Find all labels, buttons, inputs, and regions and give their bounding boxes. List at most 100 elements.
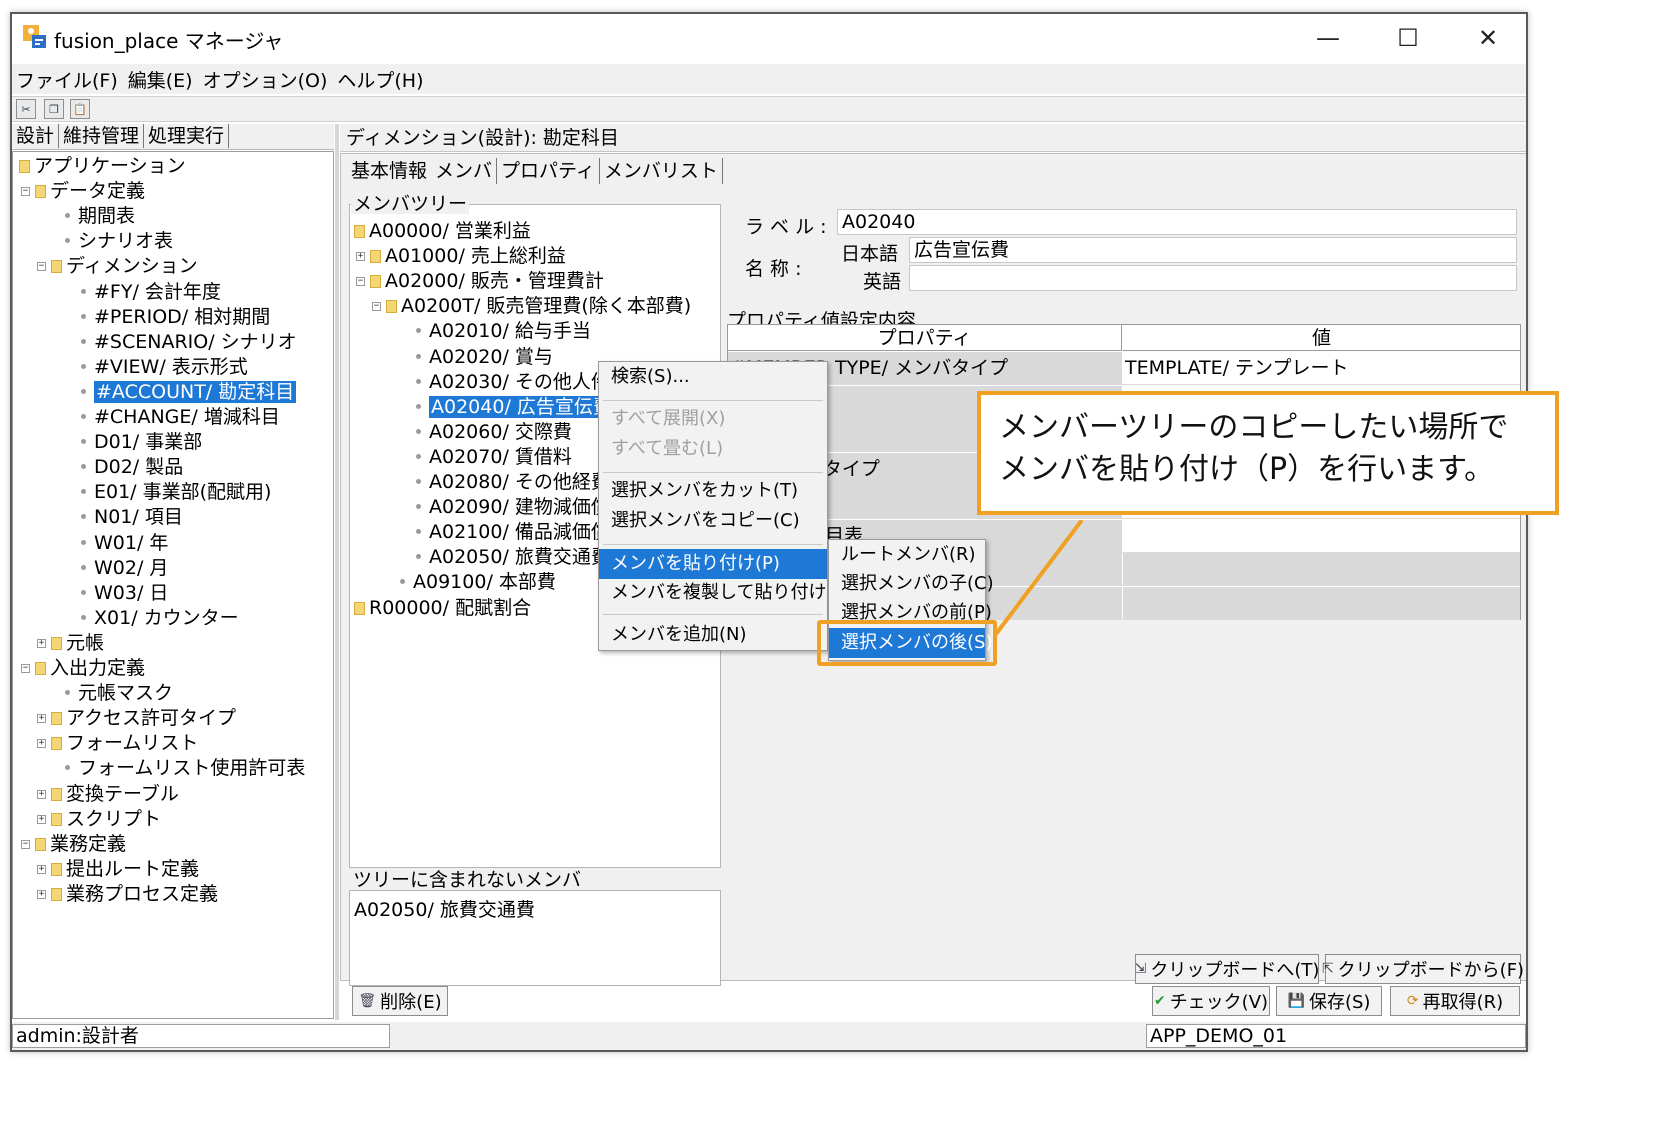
tab-member-list[interactable]: メンバリスト	[600, 158, 723, 184]
property-value-cell[interactable]	[1123, 553, 1520, 586]
tree-item[interactable]: N01/ 項目	[81, 505, 183, 529]
tree-item[interactable]: 提出ルート定義	[51, 857, 199, 881]
member-tree-item[interactable]: A09100/ 本部費	[400, 570, 556, 594]
tree-item[interactable]: #ACCOUNT/ 勘定科目	[81, 380, 297, 404]
member-tree-item[interactable]: R00000/ 配賦割合	[354, 596, 531, 620]
tree-item[interactable]: W03/ 日	[81, 581, 168, 605]
menu-options[interactable]: オプション(O)	[203, 66, 328, 93]
tree-item[interactable]: 入出力定義	[35, 656, 145, 680]
menu-help[interactable]: ヘルプ(H)	[337, 66, 423, 93]
tree-item[interactable]: X01/ カウンター	[81, 606, 239, 630]
member-tree-item[interactable]: A02030/ その他人件費	[416, 370, 629, 394]
member-tree-item[interactable]: A00000/ 営業利益	[354, 219, 531, 243]
tab-design[interactable]: 設計	[12, 124, 60, 148]
collapse-icon[interactable]: −	[21, 187, 30, 197]
tab-basic-info[interactable]: 基本情報	[347, 158, 431, 184]
expand-icon[interactable]: +	[37, 714, 46, 724]
member-tree-item[interactable]: A02070/ 賃借料	[416, 445, 572, 469]
menu-item-cut[interactable]: 選択メンバをカット(T)	[599, 476, 827, 506]
tree-item[interactable]: データ定義	[35, 179, 145, 203]
tree-item[interactable]: アプリケーション	[19, 154, 186, 178]
tree-item[interactable]: スクリプト	[51, 807, 161, 831]
member-tree-item[interactable]: A02050/ 旅費交通費	[416, 545, 610, 569]
paste-icon[interactable]: 📋	[70, 99, 90, 119]
list-item[interactable]: A02050/ 旅費交通費	[354, 895, 535, 922]
member-tree-item[interactable]: A02100/ 備品減価償却	[416, 520, 629, 544]
save-button[interactable]: 💾 保存(S)	[1276, 986, 1382, 1016]
menu-edit[interactable]: 編集(E)	[128, 66, 193, 93]
tree-item[interactable]: 期間表	[65, 204, 135, 228]
tree-item[interactable]: #PERIOD/ 相対期間	[81, 305, 270, 329]
close-button[interactable]: ✕	[1458, 20, 1518, 56]
tree-item[interactable]: 元帳マスク	[65, 681, 173, 705]
reload-button[interactable]: ⟳ 再取得(R)	[1390, 986, 1520, 1016]
expand-icon[interactable]: +	[37, 638, 46, 648]
member-tree-item[interactable]: A02080/ その他経費	[416, 470, 610, 494]
collapse-icon[interactable]: −	[372, 302, 381, 312]
tree-item[interactable]: #FY/ 会計年度	[81, 280, 221, 304]
collapse-icon[interactable]: −	[21, 664, 30, 673]
maximize-button[interactable]: ☐	[1378, 20, 1438, 56]
tree-item[interactable]: 元帳	[51, 631, 104, 655]
member-tree-item[interactable]: A02060/ 交際費	[416, 420, 572, 444]
tab-maintenance[interactable]: 維持管理	[59, 124, 145, 148]
member-tree-item[interactable]: A02090/ 建物減価償却	[416, 495, 629, 519]
column-header-property[interactable]: プロパティ	[728, 325, 1122, 351]
expand-icon[interactable]: +	[37, 789, 46, 799]
tree-item[interactable]: D02/ 製品	[81, 455, 183, 479]
minimize-button[interactable]: —	[1298, 20, 1358, 56]
collapse-icon[interactable]: −	[37, 262, 46, 272]
member-tree-item[interactable]: A01000/ 売上総利益	[370, 244, 566, 268]
tree-item[interactable]: #VIEW/ 表示形式	[81, 355, 248, 379]
property-value-cell[interactable]	[1123, 520, 1520, 553]
column-header-value[interactable]: 値	[1123, 325, 1520, 351]
tree-item[interactable]: 変換テーブル	[51, 782, 179, 806]
property-value-cell[interactable]: TEMPLATE/ テンプレート	[1123, 352, 1520, 385]
tree-item[interactable]: フォームリスト使用許可表	[65, 756, 305, 780]
label-field[interactable]: A02040	[837, 209, 1517, 235]
member-tree-item[interactable]: A0200T/ 販売管理費(除く本部費)	[386, 294, 691, 318]
japanese-name-field[interactable]: 広告宣伝費	[909, 237, 1517, 263]
splitter[interactable]	[335, 124, 339, 1020]
tree-item[interactable]: E01/ 事業部(配賦用)	[81, 480, 271, 504]
menu-item-duplicate-paste[interactable]: メンバを複製して貼り付け(D)	[599, 578, 854, 608]
collapse-icon[interactable]: −	[356, 277, 365, 287]
tree-item[interactable]: アクセス許可タイプ	[51, 706, 236, 730]
tree-item[interactable]: ディメンション	[51, 254, 198, 278]
expand-icon[interactable]: +	[37, 739, 46, 749]
tree-item[interactable]: フォームリスト	[51, 731, 198, 755]
tree-item[interactable]: 業務プロセス定義	[51, 882, 218, 906]
table-row[interactable]: #MEMBER TYPE/ メンバタイプ TEMPLATE/ テンプレート	[728, 352, 1520, 385]
submenu-item-root[interactable]: ルートメンバ(R)	[829, 540, 985, 570]
english-name-field[interactable]	[909, 265, 1517, 291]
tree-item[interactable]: 業務定義	[35, 832, 126, 856]
menu-item-search[interactable]: 検索(S)...	[599, 362, 827, 392]
tree-item[interactable]: W02/ 月	[81, 556, 168, 580]
member-tree-item[interactable]: A02020/ 賞与	[416, 345, 553, 369]
member-tree-item[interactable]: A02010/ 給与手当	[416, 319, 591, 343]
check-button[interactable]: ✔ チェック(V)	[1152, 986, 1270, 1016]
menu-file[interactable]: ファイル(F)	[16, 66, 118, 93]
menu-item-add[interactable]: メンバを追加(N)	[599, 620, 827, 650]
member-tree-item[interactable]: A02000/ 販売・管理費計	[370, 269, 604, 293]
delete-button[interactable]: 🗑 削除(E)	[352, 986, 448, 1016]
clipboard-to-button[interactable]: ⇲ クリップボードへ(T)	[1135, 954, 1319, 984]
tree-item[interactable]: #CHANGE/ 増減科目	[81, 405, 280, 429]
tree-item[interactable]: D01/ 事業部	[81, 430, 202, 454]
cut-icon[interactable]: ✂	[16, 99, 36, 119]
collapse-icon[interactable]: −	[21, 839, 30, 849]
tab-execution[interactable]: 処理実行	[144, 124, 230, 148]
tree-item[interactable]: シナリオ表	[65, 229, 173, 253]
property-value-cell[interactable]	[1123, 586, 1520, 620]
expand-icon[interactable]: +	[37, 814, 46, 824]
member-tree-item[interactable]: A02040/ 広告宣伝費	[416, 395, 614, 419]
tab-members[interactable]: メンバ	[431, 158, 498, 184]
menu-item-paste[interactable]: メンバを貼り付け(P)	[599, 549, 827, 579]
tree-item[interactable]: W01/ 年	[81, 531, 168, 555]
menu-item-copy[interactable]: 選択メンバをコピー(C)	[599, 506, 827, 536]
expand-icon[interactable]: +	[37, 864, 46, 874]
tab-properties[interactable]: プロパティ	[497, 158, 600, 184]
expand-icon[interactable]: +	[37, 889, 46, 899]
copy-icon[interactable]: ❐	[44, 99, 64, 119]
tree-item[interactable]: #SCENARIO/ シナリオ	[81, 330, 297, 354]
